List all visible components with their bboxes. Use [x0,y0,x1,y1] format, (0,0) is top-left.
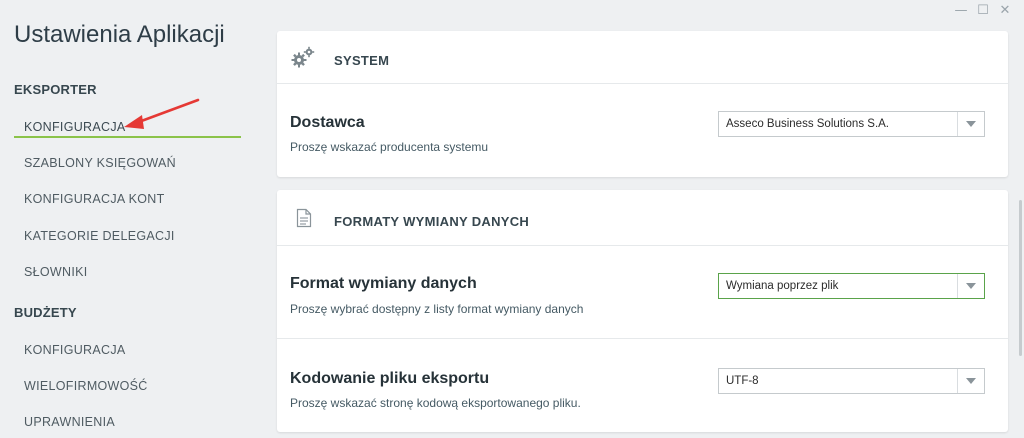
sidebar-item-kategorie-delegacji[interactable]: KATEGORIE DELEGACJI [24,229,175,243]
vertical-scrollbar[interactable] [1019,200,1022,356]
sidebar: Ustawienia Aplikacji EKSPORTER KONFIGURA… [0,0,262,438]
sidebar-item-konfiguracja-eksporter[interactable]: KONFIGURACJA [24,120,126,134]
setting-description: Proszę wskazać stronę kodową eksportowan… [290,396,581,410]
formats-card-title: FORMATY WYMIANY DANYCH [334,214,530,229]
format-wymiany-select-value: Wymiana poprzez plik [726,280,839,292]
chevron-down-icon[interactable] [957,112,984,136]
setting-label: Kodowanie pliku eksportu [290,370,490,387]
active-item-underline [14,136,241,138]
sidebar-item-konfiguracja-kont[interactable]: KONFIGURACJA KONT [24,192,165,206]
document-icon [296,208,312,228]
system-card-header: SYSTEM [277,31,1008,84]
sidebar-item-konfiguracja-budzety[interactable]: KONFIGURACJA [24,343,126,357]
minimize-button[interactable]: — [950,2,972,18]
dostawca-select[interactable]: Asseco Business Solutions S.A. [718,111,985,137]
formats-card-header: FORMATY WYMIANY DANYCH [277,190,1008,246]
sidebar-item-uprawnienia[interactable]: UPRAWNIENIA [24,415,115,429]
kodowanie-select-value: UTF-8 [726,375,759,387]
formats-card: FORMATY WYMIANY DANYCH Format wymiany da… [277,190,1008,432]
setting-label: Format wymiany danych [290,275,477,292]
setting-row-dostawca: Dostawca Proszę wskazać producenta syste… [277,84,1008,177]
chevron-down-icon[interactable] [957,369,984,393]
sidebar-item-slowniki[interactable]: SŁOWNIKI [24,265,88,279]
sidebar-item-szablony-ksiegowan[interactable]: SZABLONY KSIĘGOWAŃ [24,156,176,170]
setting-row-format-wymiany: Format wymiany danych Proszę wybrać dost… [277,246,1008,338]
section-heading-budzety: BUDŻETY [14,305,77,320]
setting-description: Proszę wybrać dostępny z listy format wy… [290,302,584,316]
chevron-down-icon[interactable] [957,274,984,298]
system-card-title: SYSTEM [334,53,390,68]
format-wymiany-select[interactable]: Wymiana poprzez plik [718,273,985,299]
system-card: SYSTEM Dostawca Proszę wskazać producent… [277,31,1008,177]
kodowanie-select[interactable]: UTF-8 [718,368,985,394]
close-button[interactable]: ✕ [994,2,1016,18]
section-heading-eksporter: EKSPORTER [14,82,97,97]
window-controls: — ☐ ✕ [950,2,1016,18]
gears-icon [291,46,315,68]
setting-description: Proszę wskazać producenta systemu [290,140,489,154]
setting-row-kodowanie: Kodowanie pliku eksportu Proszę wskazać … [277,338,1008,433]
annotation-arrow-icon [124,98,200,129]
maximize-button[interactable]: ☐ [972,2,994,18]
dostawca-select-value: Asseco Business Solutions S.A. [726,118,889,130]
sidebar-item-wielofirmowosc[interactable]: WIELOFIRMOWOŚĆ [24,379,148,393]
setting-label: Dostawca [290,114,365,131]
app-title: Ustawienia Aplikacji [14,21,225,48]
